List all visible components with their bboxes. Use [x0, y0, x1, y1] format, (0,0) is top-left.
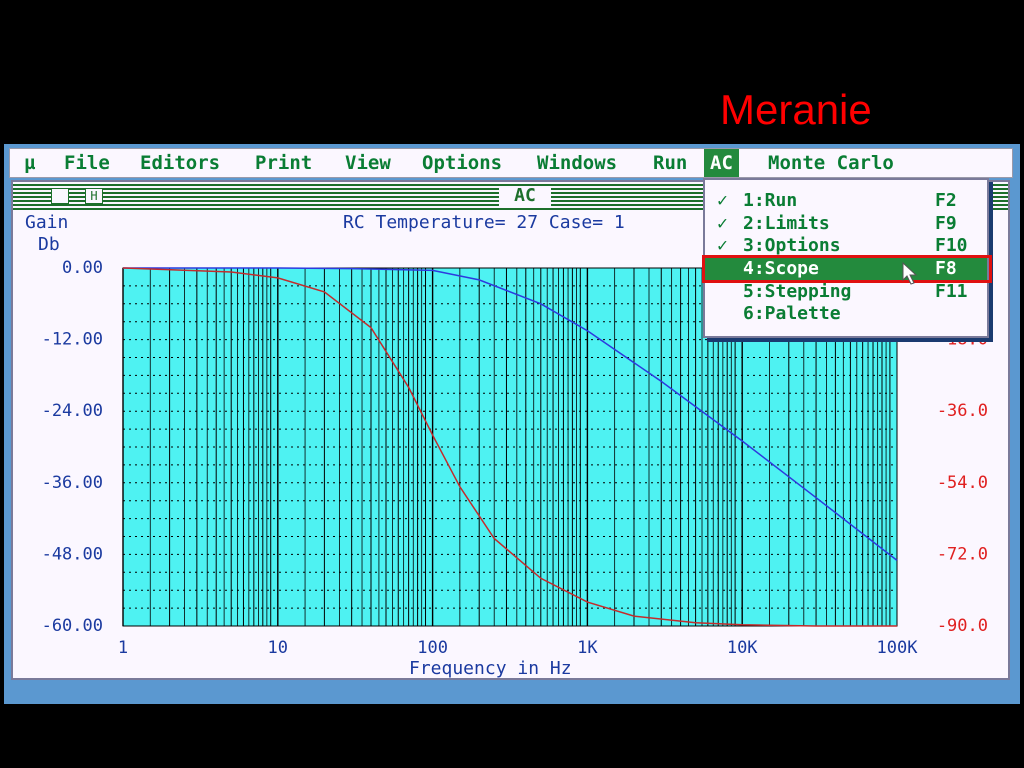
menu-item-label: 3:Options [743, 235, 841, 256]
menu-run[interactable]: Run [653, 149, 687, 177]
check-icon: ✓ [717, 190, 728, 211]
shortcut-key: F2 [935, 190, 957, 211]
menu-options[interactable]: Options [422, 149, 502, 177]
menu-view[interactable]: View [345, 149, 391, 177]
x-tick-label: 1 [118, 638, 128, 658]
menu-item-label: 5:Stepping [743, 281, 852, 302]
menu-print[interactable]: Print [255, 149, 312, 177]
y-tick-label-left: 0.00 [62, 258, 103, 278]
plot-header: RC Temperature= 27 Case= 1 [343, 212, 625, 233]
scope-highlight [702, 255, 992, 283]
menu-item-limits[interactable]: ✓ 2:Limits F9 [705, 213, 987, 235]
menu-monte-carlo[interactable]: Monte Carlo [768, 149, 894, 177]
x-tick-label: 10K [727, 638, 758, 658]
menu-item-label: 6:Palette [743, 303, 841, 324]
menu-item-label: 2:Limits [743, 213, 830, 234]
menu-item-stepping[interactable]: 5:Stepping F11 [705, 281, 987, 303]
y-tick-label-right: -36.0 [937, 401, 988, 421]
shortcut-key: F11 [935, 281, 968, 302]
slide-title: Meranie [720, 86, 872, 133]
y-tick-label-left: -12.00 [42, 330, 103, 350]
menu-item-label: 1:Run [743, 190, 798, 211]
x-axis-label: Frequency in Hz [409, 658, 572, 679]
menu-ac[interactable]: AC [704, 149, 739, 177]
check-icon: ✓ [717, 213, 728, 234]
menu-item-run[interactable]: ✓ 1:Run F2 [705, 190, 987, 212]
shortcut-key: F9 [935, 213, 957, 234]
y-tick-label-right: -90.0 [937, 616, 988, 636]
menu-bar: µ File Editors Print View Options Windows Run AC… [9, 148, 1013, 178]
shortcut-key: F10 [935, 235, 968, 256]
x-tick-label: 10 [268, 638, 288, 658]
y-tick-label-right: -54.0 [937, 473, 988, 493]
menu-editors[interactable]: Editors [140, 149, 220, 177]
y-tick-label-left: -36.00 [42, 473, 103, 493]
y-tick-label-right: -72.0 [937, 544, 988, 564]
y-tick-label-left: -24.00 [42, 401, 103, 421]
x-tick-label: 100K [877, 638, 919, 658]
y-tick-label-left: -60.00 [42, 616, 103, 636]
menu-item-palette[interactable]: 6:Palette [705, 303, 987, 325]
check-icon: ✓ [717, 235, 728, 256]
x-tick-label: 1K [577, 638, 598, 658]
menu-windows[interactable]: Windows [537, 149, 617, 177]
menu-file[interactable]: File [64, 149, 110, 177]
mouse-pointer-icon [902, 262, 918, 285]
menu-system[interactable]: µ [24, 149, 35, 177]
y-axis-label: Gain [25, 212, 69, 233]
y-axis-unit: Db [38, 234, 60, 255]
x-tick-label: 100 [417, 638, 448, 658]
y-tick-label-left: -48.00 [42, 544, 103, 564]
menu-item-options[interactable]: ✓ 3:Options F10 [705, 235, 987, 257]
